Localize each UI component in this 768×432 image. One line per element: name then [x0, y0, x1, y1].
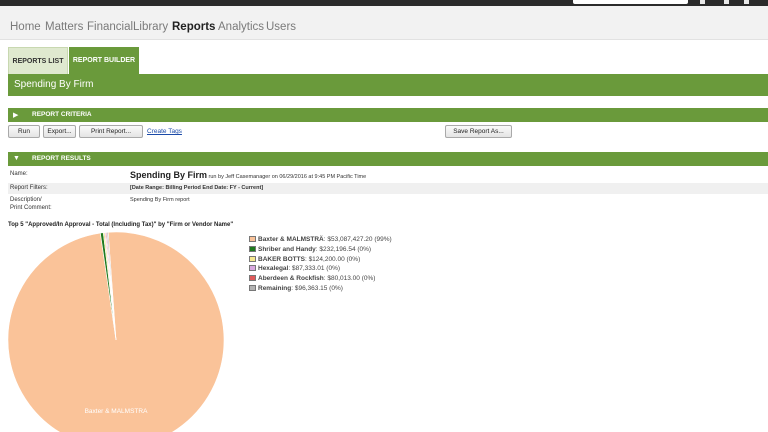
legend-item: Aberdeen & Rockfish: $80,013.00 (0%) [249, 275, 375, 284]
legend-swatch [249, 285, 256, 291]
legend-item: Hexalegal: $87,333.01 (0%) [249, 265, 340, 274]
pie-chart: Baxter & MALMSTRA [7, 231, 225, 432]
legend-name: Shriber and Handy [258, 245, 316, 253]
legend-name: Aberdeen & Rockfish [258, 275, 324, 283]
legend-item: Shriber and Handy: $232,196.54 (0%) [249, 245, 372, 255]
legend-value: : $87,333.01 (0%) [288, 265, 341, 273]
legend-name: Remaining [258, 285, 292, 292]
legend-value: : $232,196.54 (0%) [315, 245, 372, 253]
legend-swatch [249, 236, 256, 242]
pie-slice-label: Baxter & MALMSTRA [85, 408, 149, 415]
legend-swatch [249, 275, 256, 282]
legend-name: Hexalegal [258, 265, 289, 273]
legend-value: : $124,200.00 (0%) [304, 255, 361, 263]
legend-value: : $53,087,427.20 (99%) [323, 236, 392, 243]
legend-value: : $96,363.15 (0%) [291, 285, 343, 292]
legend-name: Baxter & MALMSTRÄ [258, 236, 324, 243]
legend-name: BAKER BOTTS [258, 255, 305, 263]
legend-item: Remaining: $96,363.15 (0%) [249, 285, 343, 294]
legend-item: Baxter & MALMSTRÄ: $53,087,427.20 (99%) [249, 236, 392, 245]
pie-slice-0[interactable] [7, 231, 225, 432]
legend-swatch [249, 245, 256, 252]
legend-item: BAKER BOTTS: $124,200.00 (0%) [249, 255, 361, 265]
legend-swatch [249, 265, 256, 272]
legend-swatch [249, 255, 256, 262]
legend-value: : $80,013.00 (0%) [323, 275, 376, 283]
